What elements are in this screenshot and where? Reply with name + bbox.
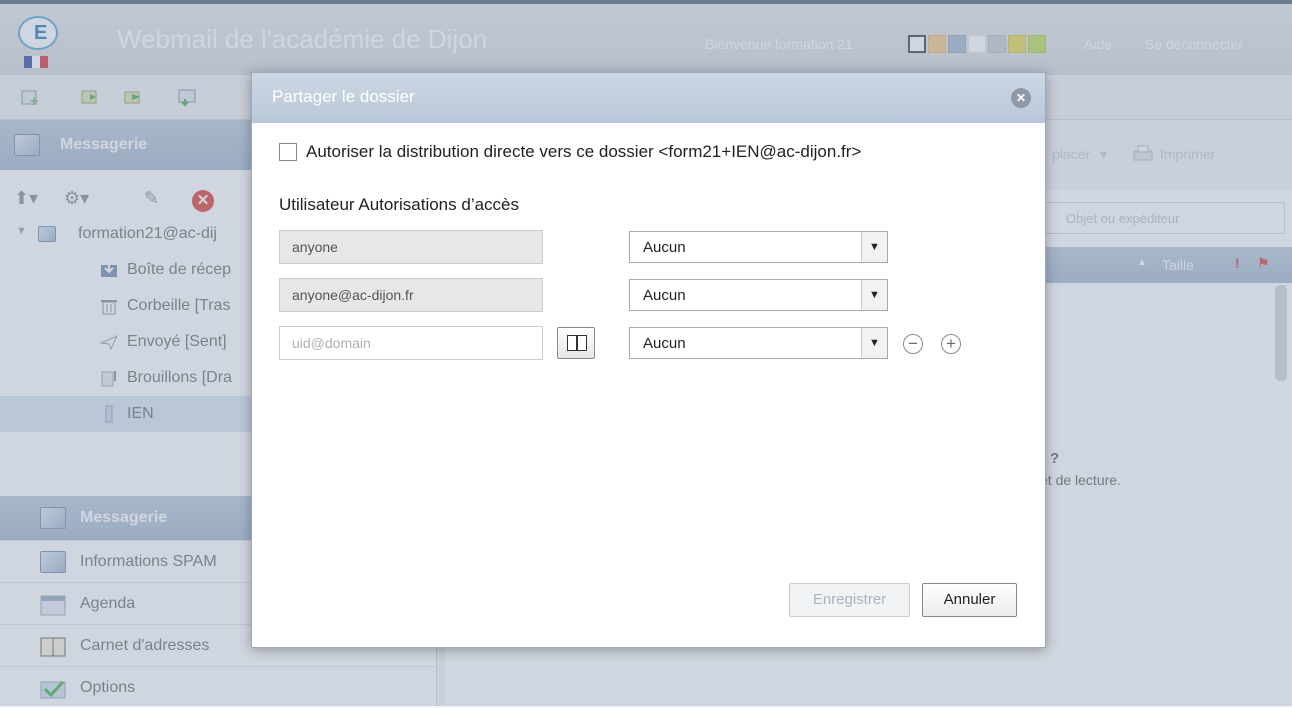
acl-heading: Utilisateur Autorisations d’accès xyxy=(279,195,520,214)
add-row-icon[interactable]: + xyxy=(941,334,961,354)
address-book-icon xyxy=(567,335,587,351)
share-folder-dialog: Partager le dossier ✕ Autoriser la distr… xyxy=(251,72,1046,648)
select-value: Aucun xyxy=(643,239,686,256)
select-value: Aucun xyxy=(643,287,686,304)
new-user-input[interactable]: uid@domain xyxy=(279,326,543,360)
chevron-down-icon[interactable]: ▼ xyxy=(861,280,887,310)
address-book-button[interactable] xyxy=(557,327,595,359)
chevron-down-icon[interactable]: ▼ xyxy=(861,232,887,262)
acl-permission-select[interactable]: Aucun ▼ xyxy=(629,279,888,311)
dialog-titlebar: Partager le dossier ✕ xyxy=(252,73,1045,123)
dialog-title: Partager le dossier xyxy=(272,87,415,106)
close-icon[interactable]: ✕ xyxy=(1011,88,1031,108)
save-button[interactable]: Enregistrer xyxy=(789,583,910,617)
select-value: Aucun xyxy=(643,335,686,352)
direct-delivery-label: Autoriser la distribution directe vers c… xyxy=(306,142,862,161)
chevron-down-icon[interactable]: ▼ xyxy=(861,328,887,358)
direct-delivery-checkbox[interactable] xyxy=(279,143,297,161)
remove-row-icon[interactable]: − xyxy=(903,334,923,354)
acl-permission-select[interactable]: Aucun ▼ xyxy=(629,231,888,263)
cancel-button[interactable]: Annuler xyxy=(922,583,1017,617)
new-permission-select[interactable]: Aucun ▼ xyxy=(629,327,888,359)
acl-user-field: anyone xyxy=(279,230,543,264)
acl-user-field: anyone@ac-dijon.fr xyxy=(279,278,543,312)
